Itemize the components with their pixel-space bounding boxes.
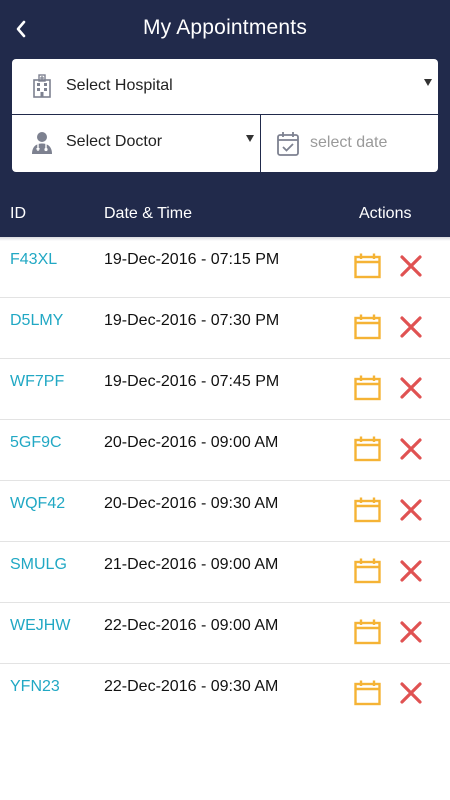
hospital-select-label: Select Hospital (66, 77, 173, 94)
hospital-building-icon (33, 74, 51, 98)
appointment-id[interactable]: YFN23 (10, 678, 60, 696)
close-icon[interactable] (400, 255, 422, 277)
appointment-datetime: 22-Dec-2016 - 09:00 AM (104, 617, 279, 634)
calendar-icon[interactable] (354, 619, 381, 645)
column-header-id: ID (10, 205, 26, 222)
appointment-datetime: 19-Dec-2016 - 07:15 PM (104, 251, 280, 268)
appointment-id[interactable]: SMULG (10, 556, 67, 574)
appointment-datetime: 21-Dec-2016 - 09:00 AM (104, 556, 279, 573)
chevron-down-icon (246, 135, 254, 142)
table-row: F43XL 19-Dec-2016 - 07:15 PM (0, 237, 450, 298)
date-picker[interactable]: select date (261, 115, 438, 172)
date-picker-placeholder: select date (310, 134, 388, 151)
appointments-list: F43XL 19-Dec-2016 - 07:15 PM D5LMY 19-De… (0, 237, 450, 725)
calendar-icon[interactable] (354, 253, 381, 279)
close-icon[interactable] (400, 560, 422, 582)
close-icon[interactable] (400, 499, 422, 521)
calendar-icon[interactable] (354, 680, 381, 706)
table-row: WEJHW 22-Dec-2016 - 09:00 AM (0, 603, 450, 664)
doctor-select-label: Select Doctor (66, 133, 163, 150)
table-row: WF7PF 19-Dec-2016 - 07:45 PM (0, 359, 450, 420)
appointment-id[interactable]: F43XL (10, 251, 57, 269)
app-header: My Appointments Select Hospital Select D… (0, 0, 450, 237)
appointment-datetime: 20-Dec-2016 - 09:30 AM (104, 495, 279, 512)
calendar-check-icon (277, 132, 299, 156)
calendar-icon[interactable] (354, 314, 381, 340)
close-icon[interactable] (400, 316, 422, 338)
appointment-id[interactable]: WF7PF (10, 373, 64, 391)
close-icon[interactable] (400, 682, 422, 704)
top-bar: My Appointments (0, 0, 450, 58)
close-icon[interactable] (400, 438, 422, 460)
table-row: YFN23 22-Dec-2016 - 09:30 AM (0, 664, 450, 725)
appointment-id[interactable]: WQF42 (10, 495, 65, 513)
appointment-datetime: 22-Dec-2016 - 09:30 AM (104, 678, 279, 695)
calendar-icon[interactable] (354, 558, 381, 584)
doctor-icon (32, 132, 52, 154)
header-shadow (0, 237, 450, 241)
column-header-actions: Actions (359, 205, 412, 222)
table-row: SMULG 21-Dec-2016 - 09:00 AM (0, 542, 450, 603)
appointment-id[interactable]: D5LMY (10, 312, 63, 330)
appointment-id[interactable]: 5GF9C (10, 434, 62, 452)
appointment-id[interactable]: WEJHW (10, 617, 70, 635)
table-row: 5GF9C 20-Dec-2016 - 09:00 AM (0, 420, 450, 481)
chevron-down-icon (424, 79, 432, 86)
column-header-datetime: Date & Time (104, 205, 193, 222)
appointment-datetime: 19-Dec-2016 - 07:45 PM (104, 373, 280, 390)
appointment-datetime: 20-Dec-2016 - 09:00 AM (104, 434, 279, 451)
calendar-icon[interactable] (354, 375, 381, 401)
close-icon[interactable] (400, 621, 422, 643)
calendar-icon[interactable] (354, 497, 381, 523)
table-row: D5LMY 19-Dec-2016 - 07:30 PM (0, 298, 450, 359)
appointment-datetime: 19-Dec-2016 - 07:30 PM (104, 312, 280, 329)
close-icon[interactable] (400, 377, 422, 399)
table-row: WQF42 20-Dec-2016 - 09:30 AM (0, 481, 450, 542)
doctor-select[interactable]: Select Doctor (12, 115, 260, 172)
calendar-icon[interactable] (354, 436, 381, 462)
hospital-select[interactable]: Select Hospital (12, 59, 438, 114)
page-title: My Appointments (142, 16, 308, 39)
